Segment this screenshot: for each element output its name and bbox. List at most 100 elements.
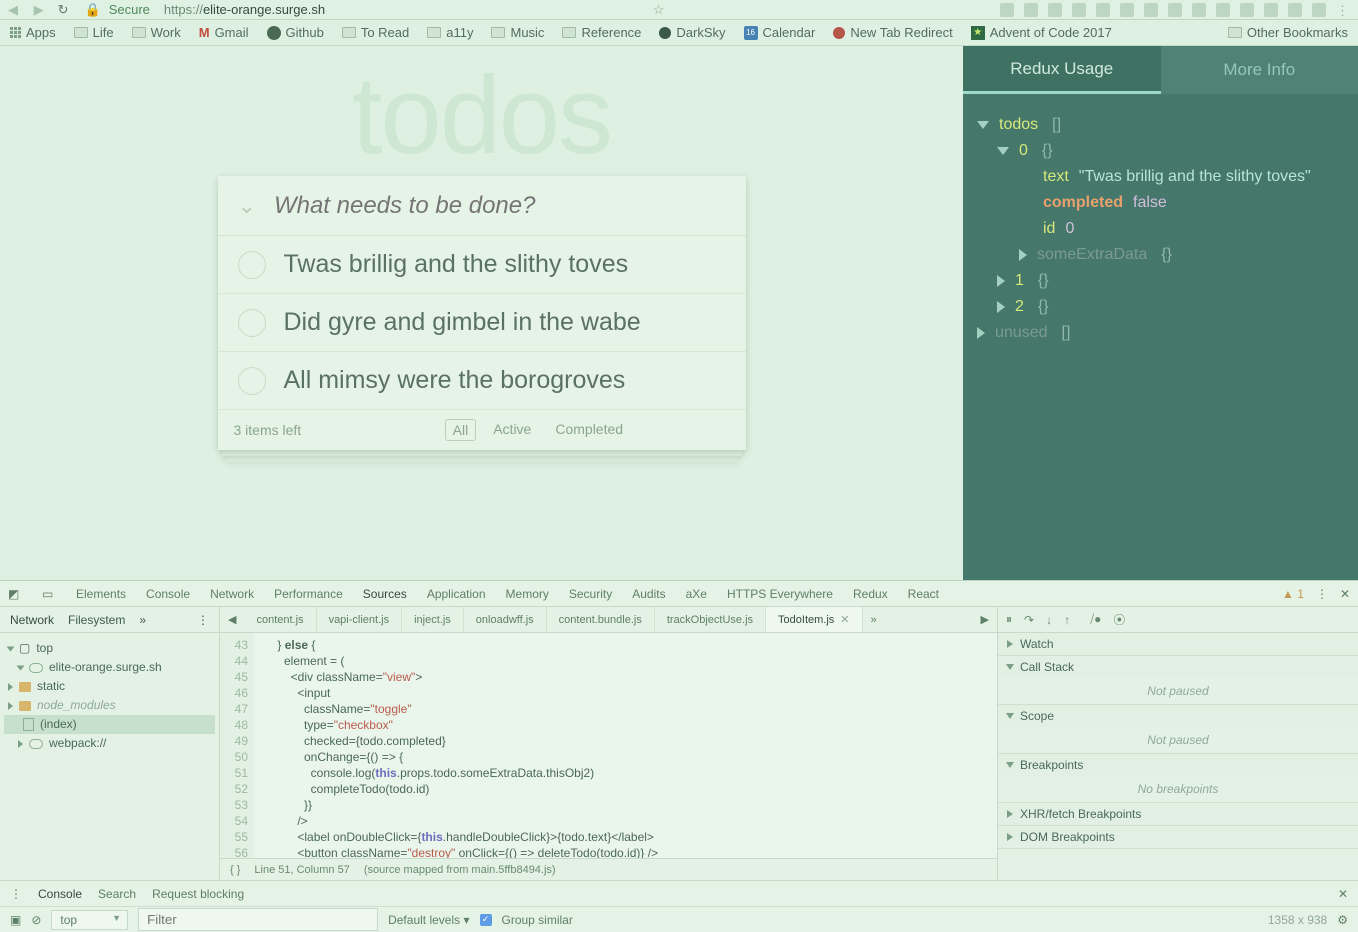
checkbox-icon[interactable] xyxy=(238,309,266,337)
bookmark-item[interactable]: Music xyxy=(491,25,544,40)
checkbox-icon[interactable] xyxy=(238,251,266,279)
section-header[interactable]: Scope xyxy=(998,705,1358,727)
tab-elements[interactable]: Elements xyxy=(76,587,126,601)
tree-row[interactable]: unused[] xyxy=(977,320,1344,346)
ext-icon[interactable] xyxy=(1120,3,1134,17)
drawer-tab-request-blocking[interactable]: Request blocking xyxy=(152,887,244,901)
checkbox-icon[interactable]: ✓ xyxy=(480,914,492,926)
tree-row[interactable]: someExtraData{} xyxy=(1019,242,1344,268)
tab-memory[interactable]: Memory xyxy=(506,587,549,601)
ext-icon[interactable] xyxy=(1072,3,1086,17)
dom-bp-section[interactable]: DOM Breakpoints xyxy=(998,826,1358,849)
tree-row[interactable]: 1{} xyxy=(997,268,1344,294)
ext-icon[interactable] xyxy=(1288,3,1302,17)
tree-row[interactable]: static xyxy=(4,677,215,696)
ext-icon[interactable] xyxy=(1024,3,1038,17)
deactivate-bp-icon[interactable]: ⧸● xyxy=(1090,612,1101,627)
section-header[interactable]: Call Stack xyxy=(998,656,1358,678)
context-select[interactable]: top xyxy=(51,910,128,930)
file-tab[interactable]: vapi-client.js xyxy=(317,607,403,632)
tree-row[interactable]: (index) xyxy=(4,715,215,734)
nav-right-icon[interactable]: ▶ xyxy=(973,613,997,626)
tab-performance[interactable]: Performance xyxy=(274,587,343,601)
bookmark-item[interactable]: a11y xyxy=(427,25,473,40)
menu-icon[interactable]: ⋮ xyxy=(1336,3,1350,17)
ext-icon[interactable] xyxy=(1000,3,1014,17)
bookmark-item[interactable]: Reference xyxy=(562,25,641,40)
apps-button[interactable]: Apps xyxy=(10,25,56,40)
bookmark-item[interactable]: New Tab Redirect xyxy=(833,25,952,40)
filter-completed[interactable]: Completed xyxy=(548,419,630,441)
kebab-icon[interactable]: ⋮ xyxy=(197,613,209,627)
tab-redux[interactable]: Redux xyxy=(853,587,888,601)
ext-icon[interactable] xyxy=(1048,3,1062,17)
bookmark-item[interactable]: Life xyxy=(74,25,114,40)
close-icon[interactable]: ✕ xyxy=(840,613,849,626)
braces-icon[interactable]: { } xyxy=(230,864,240,876)
clear-icon[interactable]: ⊘ xyxy=(31,913,41,927)
drawer-tab-search[interactable]: Search xyxy=(98,887,136,901)
todo-item[interactable]: Did gyre and gimbel in the wabe xyxy=(218,294,746,352)
warnings-badge[interactable]: ▲ 1 xyxy=(1282,587,1304,601)
ext-icon[interactable] xyxy=(1264,3,1278,17)
new-todo-input[interactable] xyxy=(274,192,726,220)
log-levels[interactable]: Default levels ▾ xyxy=(388,913,469,927)
drawer-tab-console[interactable]: Console xyxy=(38,887,82,901)
ext-icon[interactable] xyxy=(1216,3,1230,17)
subtab-filesystem[interactable]: Filesystem xyxy=(68,613,125,627)
ext-icon[interactable] xyxy=(1192,3,1206,17)
step-over-icon[interactable]: ↷ xyxy=(1024,613,1034,627)
tab-axe[interactable]: aXe xyxy=(686,587,707,601)
nav-back-forward[interactable]: ◀ ▶ xyxy=(8,2,50,18)
bookmark-item[interactable]: DarkSky xyxy=(659,25,725,40)
tab-redux-usage[interactable]: Redux Usage xyxy=(963,46,1161,94)
file-tab[interactable]: TodoItem.js✕ xyxy=(766,607,862,632)
checkbox-icon[interactable] xyxy=(238,367,266,395)
bookmark-item[interactable]: ★Advent of Code 2017 xyxy=(971,25,1112,40)
todo-item[interactable]: All mimsy were the borogroves xyxy=(218,352,746,410)
bookmark-item[interactable]: 16Calendar xyxy=(744,25,816,40)
bookmark-item[interactable]: MGmail xyxy=(199,25,249,40)
toggle-all-icon[interactable]: ⌄ xyxy=(238,193,256,219)
ext-icon[interactable] xyxy=(1168,3,1182,17)
device-icon[interactable]: ▭ xyxy=(42,587,56,601)
inspect-icon[interactable]: ◩ xyxy=(8,587,22,601)
bookmark-item[interactable]: To Read xyxy=(342,25,409,40)
tab-sources[interactable]: Sources xyxy=(363,587,407,601)
close-icon[interactable]: ✕ xyxy=(1340,587,1350,601)
ext-icon[interactable] xyxy=(1312,3,1326,17)
tree-row[interactable]: 2{} xyxy=(997,294,1344,320)
todo-item[interactable]: Twas brillig and the slithy toves xyxy=(218,236,746,294)
show-console-icon[interactable]: ▣ xyxy=(10,913,21,927)
url-bar[interactable]: https://elite-orange.surge.sh xyxy=(164,2,325,17)
tab-more-info[interactable]: More Info xyxy=(1161,46,1358,94)
file-tab[interactable]: content.bundle.js xyxy=(547,607,655,632)
step-into-icon[interactable]: ↓ xyxy=(1046,613,1052,627)
ext-icon[interactable] xyxy=(1144,3,1158,17)
bookmark-item[interactable]: Work xyxy=(132,25,181,40)
filter-input[interactable] xyxy=(138,908,378,931)
kebab-icon[interactable]: ⋮ xyxy=(1316,587,1328,601)
tree-row[interactable]: text"Twas brillig and the slithy toves" xyxy=(1019,164,1344,190)
kebab-icon[interactable]: ⋮ xyxy=(10,887,22,901)
pause-icon[interactable]: ⏸ xyxy=(1006,612,1012,627)
subtab-network[interactable]: Network xyxy=(10,613,54,627)
tab-react[interactable]: React xyxy=(908,587,939,601)
file-tab[interactable]: onloadwff.js xyxy=(464,607,547,632)
step-out-icon[interactable]: ↑ xyxy=(1064,613,1070,627)
xhr-bp-section[interactable]: XHR/fetch Breakpoints xyxy=(998,803,1358,826)
filter-active[interactable]: Active xyxy=(486,419,538,441)
bookmark-item[interactable]: Github xyxy=(267,25,324,40)
file-tab[interactable]: content.js xyxy=(244,607,316,632)
reload-icon[interactable]: ↻ xyxy=(58,2,69,18)
tree-row[interactable]: id0 xyxy=(1019,216,1344,242)
tree-row[interactable]: elite-orange.surge.sh xyxy=(4,658,215,677)
watch-section[interactable]: Watch xyxy=(998,633,1358,656)
tree-row[interactable]: 0{} xyxy=(997,138,1344,164)
section-header[interactable]: Breakpoints xyxy=(998,754,1358,776)
file-tab[interactable]: inject.js xyxy=(402,607,464,632)
tree-row[interactable]: node_modules xyxy=(4,696,215,715)
nav-left-icon[interactable]: ◀ xyxy=(220,613,244,626)
tab-network[interactable]: Network xyxy=(210,587,254,601)
other-bookmarks[interactable]: Other Bookmarks xyxy=(1228,25,1348,40)
